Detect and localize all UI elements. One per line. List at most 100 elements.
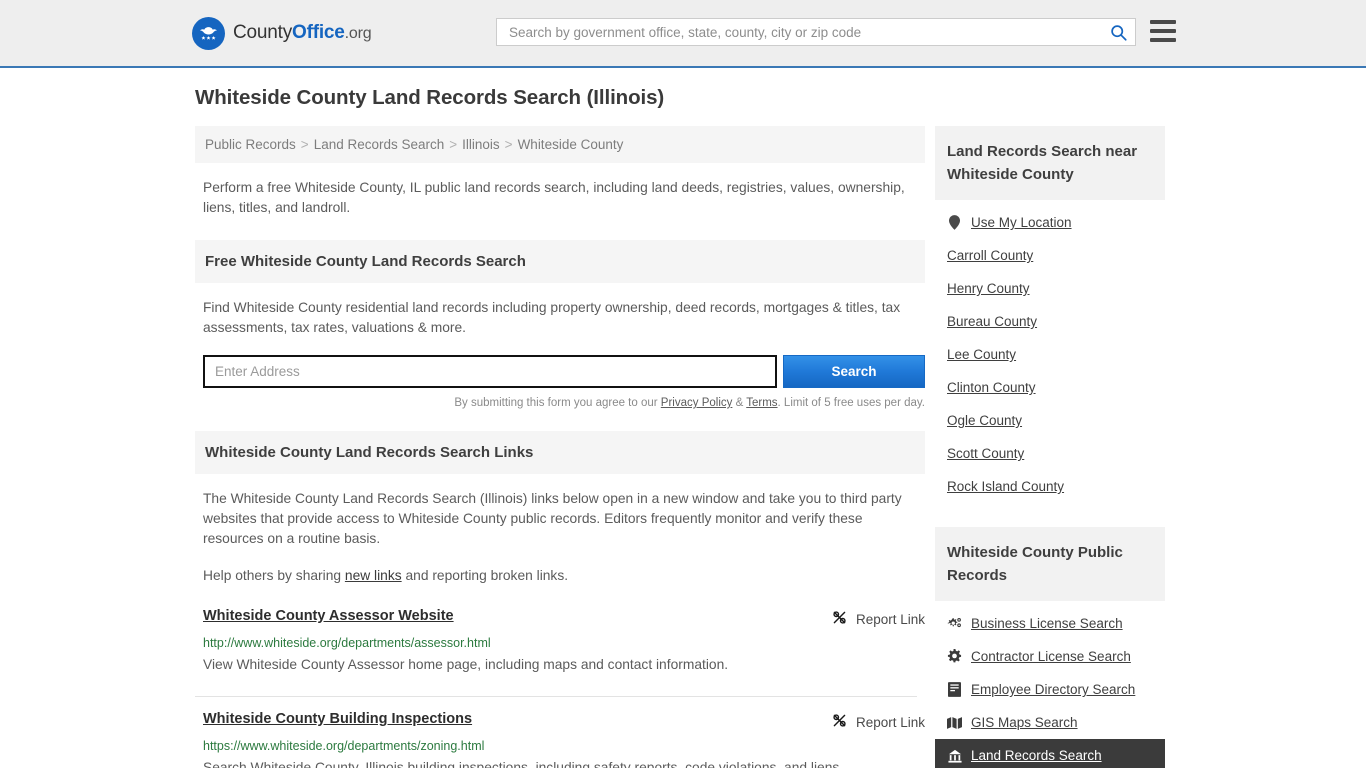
link-title[interactable]: Whiteside County Assessor Website bbox=[203, 608, 454, 624]
sidebar-item-lee-county[interactable]: Lee County bbox=[935, 338, 1165, 371]
report-link-button[interactable]: Report Link bbox=[831, 608, 925, 629]
report-link-label: Report Link bbox=[855, 714, 925, 730]
sidebar-item-label[interactable]: Carroll County bbox=[947, 248, 1033, 263]
link-item-header: Whiteside County Assessor Website Report… bbox=[203, 608, 925, 629]
sidebar-nearby-list: Use My Location Carroll County Henry Cou… bbox=[935, 200, 1165, 503]
sidebar: Land Records Search near Whiteside Count… bbox=[935, 126, 1165, 768]
disclaimer-text-post: . Limit of 5 free uses per day. bbox=[777, 397, 925, 409]
sidebar-item-label[interactable]: Scott County bbox=[947, 446, 1024, 461]
global-search-bar[interactable] bbox=[496, 18, 1136, 46]
address-input[interactable] bbox=[203, 355, 777, 388]
sidebar-item-henry-county[interactable]: Henry County bbox=[935, 272, 1165, 305]
link-item: Whiteside County Building Inspections Re… bbox=[203, 711, 925, 768]
sidebar-item-label[interactable]: Use My Location bbox=[971, 215, 1072, 230]
privacy-policy-link[interactable]: Privacy Policy bbox=[661, 397, 733, 409]
link-title[interactable]: Whiteside County Building Inspections bbox=[203, 711, 472, 727]
breadcrumb-separator: > bbox=[300, 137, 309, 152]
hamburger-bar bbox=[1150, 38, 1176, 42]
sidebar-item-contractor-license-search[interactable]: Contractor License Search bbox=[935, 640, 1165, 673]
form-disclaimer: By submitting this form you agree to our… bbox=[195, 397, 925, 409]
sidebar-item-label[interactable]: Clinton County bbox=[947, 380, 1036, 395]
landmark-icon bbox=[947, 749, 962, 763]
search-input[interactable] bbox=[507, 23, 1110, 41]
page-container: Whiteside County Land Records Search (Il… bbox=[0, 68, 1366, 768]
divider bbox=[195, 696, 917, 697]
eagle-seal-icon bbox=[192, 16, 225, 50]
free-search-description: Find Whiteside County residential land r… bbox=[203, 300, 901, 335]
sidebar-public-records-list: Business License Search Contractor Licen… bbox=[935, 601, 1165, 768]
sidebar-item-label[interactable]: GIS Maps Search bbox=[971, 715, 1078, 730]
breadcrumb-separator: > bbox=[504, 137, 513, 152]
cogs-icon bbox=[947, 617, 962, 631]
sidebar-item-label[interactable]: Rock Island County bbox=[947, 479, 1064, 494]
sidebar-item-label[interactable]: Henry County bbox=[947, 281, 1030, 296]
disclaimer-text-pre: By submitting this form you agree to our bbox=[454, 397, 661, 409]
breadcrumb-item-public-records[interactable]: Public Records bbox=[205, 137, 296, 152]
logo-text-office: Office bbox=[292, 22, 345, 43]
terms-link[interactable]: Terms bbox=[746, 397, 777, 409]
broken-link-icon bbox=[831, 609, 848, 629]
report-link-label: Report Link bbox=[855, 611, 925, 627]
sidebar-item-scott-county[interactable]: Scott County bbox=[935, 437, 1165, 470]
sidebar-item-ogle-county[interactable]: Ogle County bbox=[935, 404, 1165, 437]
sidebar-item-label[interactable]: Business License Search bbox=[971, 616, 1123, 631]
link-description: Search Whiteside County, Illinois buildi… bbox=[203, 760, 844, 768]
links-section-heading: Whiteside County Land Records Search Lin… bbox=[195, 431, 925, 474]
sidebar-item-use-my-location[interactable]: Use My Location bbox=[935, 206, 1165, 239]
sidebar-item-label[interactable]: Bureau County bbox=[947, 314, 1037, 329]
sidebar-item-rock-island-county[interactable]: Rock Island County bbox=[935, 470, 1165, 503]
breadcrumb-item-land-records-search[interactable]: Land Records Search bbox=[314, 137, 445, 152]
new-links-link[interactable]: new links bbox=[345, 568, 402, 583]
help-others-paragraph: Help others by sharing new links and rep… bbox=[203, 566, 925, 586]
sidebar-item-bureau-county[interactable]: Bureau County bbox=[935, 305, 1165, 338]
sidebar-item-label[interactable]: Contractor License Search bbox=[971, 649, 1131, 664]
sidebar-item-business-license-search[interactable]: Business License Search bbox=[935, 607, 1165, 640]
site-header: CountyOffice.org bbox=[0, 0, 1366, 68]
sidebar-item-label[interactable]: Lee County bbox=[947, 347, 1016, 362]
sidebar-item-gis-maps-search[interactable]: GIS Maps Search bbox=[935, 706, 1165, 739]
sidebar-item-label[interactable]: Employee Directory Search bbox=[971, 682, 1135, 697]
link-url[interactable]: http://www.whiteside.org/departments/ass… bbox=[203, 636, 925, 650]
link-item: Whiteside County Assessor Website Report… bbox=[203, 608, 925, 676]
site-logo[interactable]: CountyOffice.org bbox=[192, 16, 372, 50]
sidebar-public-records-heading: Whiteside County Public Records bbox=[935, 527, 1165, 601]
breadcrumb: Public Records > Land Records Search > Illin… bbox=[195, 126, 925, 163]
search-button[interactable]: Search bbox=[783, 355, 925, 388]
sidebar-item-label[interactable]: Ogle County bbox=[947, 413, 1022, 428]
sidebar-item-employee-directory-search[interactable]: Employee Directory Search bbox=[935, 673, 1165, 706]
search-icon[interactable] bbox=[1110, 24, 1127, 41]
book-icon bbox=[947, 682, 962, 697]
sidebar-item-land-records-search[interactable]: Land Records Search bbox=[935, 739, 1165, 768]
content-row: Public Records > Land Records Search > Illin… bbox=[195, 126, 1171, 768]
broken-link-icon bbox=[831, 712, 848, 732]
hamburger-menu-icon[interactable] bbox=[1150, 20, 1176, 42]
links-section-paragraph: The Whiteside County Land Records Search… bbox=[203, 491, 902, 546]
map-icon bbox=[947, 716, 962, 730]
link-description: View Whiteside County Assessor home page… bbox=[203, 657, 729, 672]
link-url[interactable]: https://www.whiteside.org/departments/zo… bbox=[203, 739, 925, 753]
breadcrumb-item-whiteside-county[interactable]: Whiteside County bbox=[518, 137, 624, 152]
help-text-pre: Help others by sharing bbox=[203, 568, 345, 583]
logo-text-org: .org bbox=[344, 25, 372, 42]
free-search-heading: Free Whiteside County Land Records Searc… bbox=[195, 240, 925, 283]
hamburger-bar bbox=[1150, 20, 1176, 24]
cog-icon bbox=[947, 649, 962, 664]
help-text-post: and reporting broken links. bbox=[401, 568, 569, 583]
sidebar-item-clinton-county[interactable]: Clinton County bbox=[935, 371, 1165, 404]
breadcrumb-item-illinois[interactable]: Illinois bbox=[462, 137, 500, 152]
sidebar-item-carroll-county[interactable]: Carroll County bbox=[935, 239, 1165, 272]
disclaimer-amp: & bbox=[732, 397, 747, 409]
main-column: Public Records > Land Records Search > Illin… bbox=[195, 126, 925, 768]
map-pin-icon bbox=[947, 215, 962, 230]
hamburger-bar bbox=[1150, 29, 1176, 33]
logo-text-county: County bbox=[233, 22, 293, 43]
address-search-form: Search bbox=[203, 355, 925, 388]
breadcrumb-separator: > bbox=[449, 137, 458, 152]
link-item-header: Whiteside County Building Inspections Re… bbox=[203, 711, 925, 732]
sidebar-item-label[interactable]: Land Records Search bbox=[971, 748, 1102, 763]
report-link-button[interactable]: Report Link bbox=[831, 711, 925, 732]
intro-paragraph: Perform a free Whiteside County, IL publ… bbox=[203, 180, 905, 215]
page-title: Whiteside County Land Records Search (Il… bbox=[195, 86, 665, 109]
sidebar-nearby-heading: Land Records Search near Whiteside Count… bbox=[935, 126, 1165, 200]
